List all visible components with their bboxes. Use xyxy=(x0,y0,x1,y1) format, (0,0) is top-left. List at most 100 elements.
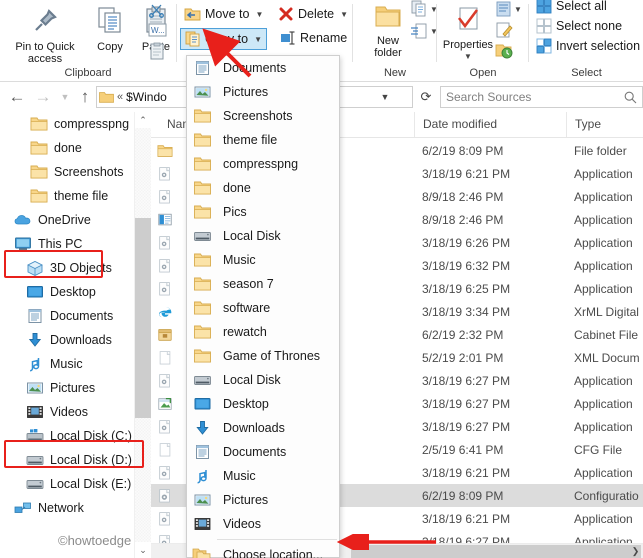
sidebar-item-music[interactable]: Music xyxy=(0,352,150,376)
menu-item-music[interactable]: Music xyxy=(187,464,339,488)
cell-type: Application xyxy=(574,465,633,480)
cell-date-modified: 3/18/19 6:32 PM xyxy=(422,258,511,273)
sidebar-item-onedrive[interactable]: OneDrive xyxy=(0,208,150,232)
pin-to-quick-access-button[interactable]: Pin to Quick access xyxy=(4,6,86,65)
menu-item-pictures[interactable]: Pictures xyxy=(187,488,339,512)
navigation-pane[interactable]: compresspng done Screenshots theme file OneD… xyxy=(0,112,150,558)
sidebar-item-downloads[interactable]: Downloads xyxy=(0,328,150,352)
menu-item-local-disk[interactable]: Local Disk xyxy=(187,368,339,392)
ribbon-group-clipboard: Pin to Quick access Copy W... Clipboard xyxy=(0,0,176,81)
dropdown-items-container[interactable]: Documents Pictures Screenshots theme file co… xyxy=(187,56,339,536)
paste-shortcut-button[interactable] xyxy=(148,42,166,63)
scroll-right-icon[interactable]: ❯ xyxy=(628,544,643,558)
properties-button[interactable]: Properties ▼ xyxy=(440,6,496,63)
menu-item-downloads[interactable]: Downloads xyxy=(187,416,339,440)
downloads-icon xyxy=(28,333,42,347)
copy-label: Copy xyxy=(97,41,123,53)
search-box[interactable]: Search Sources xyxy=(440,86,643,108)
sidebar-item-desktop[interactable]: Desktop xyxy=(0,280,150,304)
address-dropdown-button[interactable]: ▼ xyxy=(378,87,392,107)
gear-file-icon xyxy=(159,189,170,203)
refresh-button[interactable]: ⟳ xyxy=(416,86,436,108)
menu-item-season-7[interactable]: season 7 xyxy=(187,272,339,296)
cell-type: Cabinet File xyxy=(574,327,639,342)
folder-icon xyxy=(193,181,211,195)
menu-item-label: theme file xyxy=(223,133,278,147)
sidebar-item-documents[interactable]: Documents xyxy=(0,304,150,328)
new-folder-button[interactable]: New folder xyxy=(360,4,416,59)
up-button[interactable]: ↑ xyxy=(74,86,96,108)
copy-button[interactable]: Copy xyxy=(88,6,132,53)
open-with-button[interactable]: ▼ xyxy=(494,0,522,18)
move-to-icon xyxy=(184,8,201,21)
recent-locations-button[interactable]: ▼ xyxy=(54,86,76,108)
chevron-down-icon: ▼ xyxy=(254,34,263,44)
menu-item-documents[interactable]: Documents xyxy=(187,440,339,464)
menu-item-label: Videos xyxy=(223,517,261,531)
copy-path-button[interactable]: W... xyxy=(148,22,168,41)
scroll-down-icon[interactable]: ⌄ xyxy=(135,542,151,558)
folder-icon xyxy=(157,143,173,159)
menu-item-label: rewatch xyxy=(223,325,267,339)
copy-to-label: Copy to xyxy=(205,32,249,46)
sidebar-item-network[interactable]: Network xyxy=(0,496,150,520)
sidebar-item-theme-file[interactable]: theme file xyxy=(0,184,150,208)
select-all-button[interactable]: Select all xyxy=(532,0,611,16)
menu-item-choose-location[interactable]: Choose location... xyxy=(187,543,339,558)
config-icon xyxy=(159,488,170,502)
rename-button[interactable]: Rename xyxy=(274,29,351,47)
clipboard-group-label: Clipboard xyxy=(64,67,112,79)
history-icon xyxy=(495,44,513,59)
back-button[interactable]: ← xyxy=(6,86,28,108)
menu-item-local-disk[interactable]: Local Disk xyxy=(187,224,339,248)
menu-item-rewatch[interactable]: rewatch xyxy=(187,320,339,344)
copy-to-dropdown-menu[interactable]: Documents Pictures Screenshots theme file co… xyxy=(186,55,340,558)
menu-item-pics[interactable]: Pics xyxy=(187,200,339,224)
desktop-icon xyxy=(194,398,210,410)
easy-access-button[interactable]: ▼ xyxy=(410,22,438,40)
menu-item-compresspng[interactable]: compresspng xyxy=(187,152,339,176)
menu-item-music[interactable]: Music xyxy=(187,248,339,272)
navigation-pane-scrollbar[interactable]: ⌃ ⌄ xyxy=(134,112,151,558)
forward-button[interactable]: → xyxy=(32,86,54,108)
menu-item-videos[interactable]: Videos xyxy=(187,512,339,536)
copy-to-button[interactable]: Copy to ▼ xyxy=(180,28,268,50)
menu-item-game-of-thrones[interactable]: Game of Thrones xyxy=(187,344,339,368)
menu-item-label: Documents xyxy=(223,445,287,459)
menu-item-software[interactable]: software xyxy=(187,296,339,320)
sidebar-item-label: Network xyxy=(38,501,84,515)
select-none-button[interactable]: Select none xyxy=(532,16,626,36)
gear-file-icon xyxy=(157,511,173,527)
hscroll-thumb[interactable] xyxy=(351,545,641,558)
search-input[interactable]: Search Sources xyxy=(446,90,531,104)
rename-icon xyxy=(281,31,295,45)
sidebar-item-screenshots[interactable]: Screenshots xyxy=(0,160,150,184)
menu-item-screenshots[interactable]: Screenshots xyxy=(187,104,339,128)
move-to-button[interactable]: Move to ▼ xyxy=(180,4,267,24)
sidebar-item-pictures[interactable]: Pictures xyxy=(0,376,150,400)
scroll-up-icon[interactable]: ⌃ xyxy=(135,112,151,128)
open-group-label: Open xyxy=(469,67,497,79)
ribbon-group-select: Select all Select none Invert selection … xyxy=(530,0,643,81)
delete-button[interactable]: Delete ▼ xyxy=(274,4,352,24)
invert-selection-button[interactable]: Invert selection xyxy=(532,36,643,56)
cell-type: XML Docum xyxy=(574,350,640,365)
sidebar-item-done[interactable]: done xyxy=(0,136,150,160)
menu-item-pictures[interactable]: Pictures xyxy=(187,80,339,104)
history-button[interactable] xyxy=(494,41,514,62)
new-item-button[interactable]: ▼ xyxy=(410,0,438,18)
menu-item-done[interactable]: done xyxy=(187,176,339,200)
sidebar-item-videos[interactable]: Videos xyxy=(0,400,150,424)
sidebar-item-compresspng[interactable]: compresspng xyxy=(0,112,150,136)
edit-button[interactable] xyxy=(494,21,514,42)
column-header-date-modified[interactable]: Date modified xyxy=(414,112,566,137)
scrollbar-thumb[interactable] xyxy=(135,218,151,418)
cut-button[interactable] xyxy=(148,2,166,21)
sidebar-item-local-disk-e[interactable]: Local Disk (E:) xyxy=(0,472,150,496)
column-header-type[interactable]: Type xyxy=(566,112,643,137)
menu-item-theme-file[interactable]: theme file xyxy=(187,128,339,152)
properties-label: Properties xyxy=(442,39,494,51)
menu-item-desktop[interactable]: Desktop xyxy=(187,392,339,416)
menu-separator xyxy=(217,539,337,540)
menu-item-documents[interactable]: Documents xyxy=(187,56,339,80)
